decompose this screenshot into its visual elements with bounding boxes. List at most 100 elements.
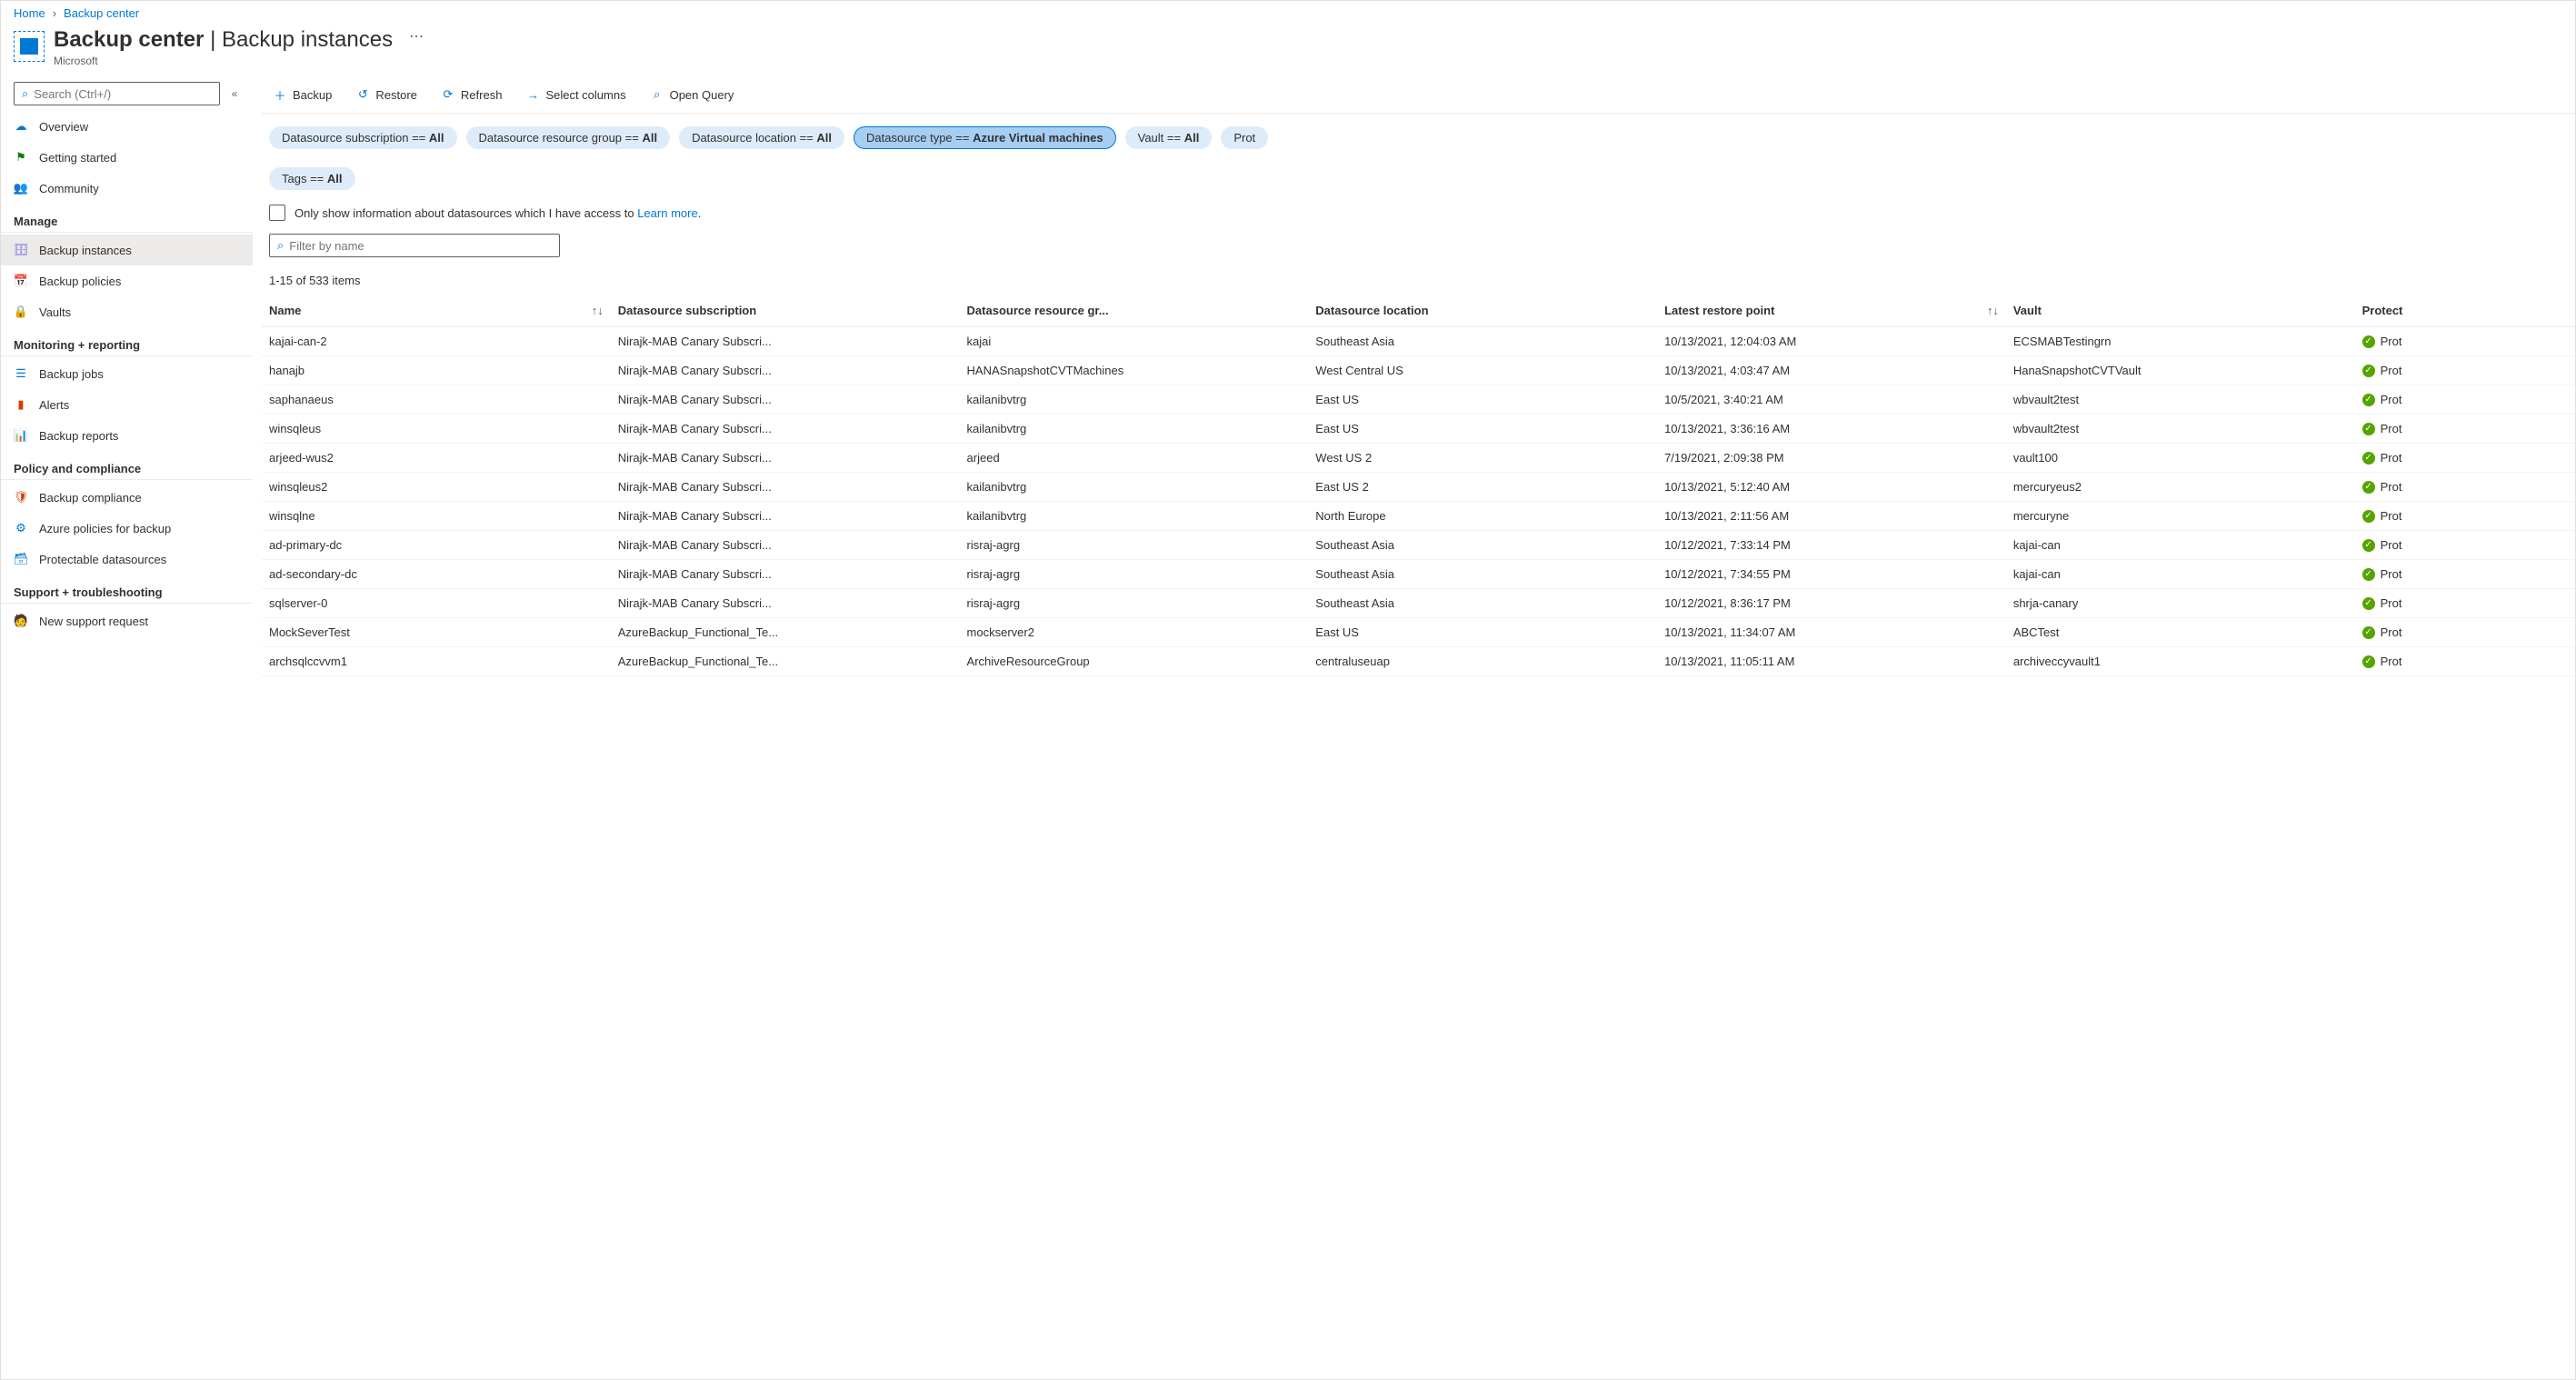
cell-resource-group: risraj-agrg [960,531,1309,560]
table-row[interactable]: arjeed-wus2 Nirajk-MAB Canary Subscri...… [262,444,2575,473]
filter-pill-5[interactable]: Prot [1221,126,1268,149]
cell-vault: mercuryne [2006,502,2355,531]
table-row[interactable]: winsqlne Nirajk-MAB Canary Subscri... ka… [262,502,2575,531]
table-row[interactable]: hanajb Nirajk-MAB Canary Subscri... HANA… [262,356,2575,385]
shield-icon: 🛡 [14,490,28,505]
backup-center-icon [14,31,45,62]
collapse-sidebar-button[interactable]: « [224,83,245,105]
learn-more-link[interactable]: Learn more [637,206,697,220]
table-row[interactable]: MockSeverTest AzureBackup_Functional_Te.… [262,618,2575,647]
sidebar-group-manage: Manage [1,204,253,233]
sidebar-search[interactable]: ⌕ [14,82,220,105]
table-row[interactable]: winsqleus Nirajk-MAB Canary Subscri... k… [262,415,2575,444]
cell-restore-point: 10/13/2021, 11:34:07 AM [1657,618,2006,647]
sidebar-item-label: Overview [39,120,88,134]
search-icon: ⌕ [277,238,284,253]
table-row[interactable]: archsqlccvvm1 AzureBackup_Functional_Te.… [262,647,2575,676]
status-ok-icon: ✓ [2362,597,2375,610]
breadcrumb-home[interactable]: Home [14,6,45,20]
access-filter-row: Only show information about datasources … [262,195,2575,228]
cell-resource-group: kajai [960,327,1309,356]
table-row[interactable]: ad-secondary-dc Nirajk-MAB Canary Subscr… [262,560,2575,589]
column-header-vault[interactable]: Vault [2006,295,2355,327]
cell-subscription: Nirajk-MAB Canary Subscri... [611,502,960,531]
table-row[interactable]: sqlserver-0 Nirajk-MAB Canary Subscri...… [262,589,2575,618]
sidebar-item-label: Vaults [39,305,71,319]
cell-restore-point: 10/13/2021, 2:11:56 AM [1657,502,2006,531]
breadcrumb: Home › Backup center [1,1,2575,25]
support-icon: 🧑 [14,614,28,628]
cell-restore-point: 10/13/2021, 11:05:11 AM [1657,647,2006,676]
cell-location: Southeast Asia [1308,589,1657,618]
sidebar-search-input[interactable] [34,87,212,101]
sidebar-item-overview[interactable]: ☁Overview [1,111,253,142]
sidebar-item-protectable-datasources[interactable]: 🗃Protectable datasources [1,544,253,575]
filter-pill-6[interactable]: Tags == All [269,167,355,190]
cell-protection: ✓Prot [2355,589,2575,618]
column-header-datasource-subscription[interactable]: Datasource subscription [611,295,960,327]
sidebar-item-backup-policies[interactable]: 📅Backup policies [1,265,253,296]
cell-resource-group: kailanibvtrg [960,473,1309,502]
cell-protection: ✓Prot [2355,356,2575,385]
sidebar-item-backup-reports[interactable]: 📊Backup reports [1,420,253,451]
name-filter[interactable]: ⌕ [269,234,560,257]
db-icon: 🗃 [14,552,28,566]
cell-protection: ✓Prot [2355,473,2575,502]
cell-subscription: Nirajk-MAB Canary Subscri... [611,589,960,618]
cell-resource-group: kailanibvtrg [960,502,1309,531]
refresh-button[interactable]: ⟳Refresh [437,84,506,105]
select-columns-button[interactable]: → Select columns [522,84,629,105]
status-ok-icon: ✓ [2362,510,2375,523]
search-icon: ⌕ [22,86,28,101]
cell-resource-group: HANASnapshotCVTMachines [960,356,1309,385]
cell-subscription: Nirajk-MAB Canary Subscri... [611,560,960,589]
chevron-right-icon: › [53,6,56,20]
cell-protection: ✓Prot [2355,444,2575,473]
table-row[interactable]: winsqleus2 Nirajk-MAB Canary Subscri... … [262,473,2575,502]
cell-name: archsqlccvvm1 [262,647,611,676]
sidebar-item-backup-instances[interactable]: 🗄Backup instances [1,235,253,265]
page-header: Backup center | Backup instances Microso… [1,25,2575,76]
sidebar-item-vaults[interactable]: 🔒Vaults [1,296,253,327]
cell-vault: wbvault2test [2006,415,2355,444]
backup-button[interactable]: ＋Backup [269,84,335,105]
sidebar-item-backup-compliance[interactable]: 🛡Backup compliance [1,482,253,513]
table-row[interactable]: saphanaeus Nirajk-MAB Canary Subscri... … [262,385,2575,415]
open-query-button[interactable]: ⌕Open Query [646,84,738,105]
filter-pill-3[interactable]: Datasource type == Azure Virtual machine… [854,126,1116,149]
column-header-datasource-location[interactable]: Datasource location [1308,295,1657,327]
sidebar-item-getting-started[interactable]: ⚑Getting started [1,142,253,173]
sidebar-item-backup-jobs[interactable]: ☰Backup jobs [1,358,253,389]
sidebar-item-community[interactable]: 👥Community [1,173,253,204]
table-row[interactable]: ad-primary-dc Nirajk-MAB Canary Subscri.… [262,531,2575,560]
cell-resource-group: risraj-agrg [960,560,1309,589]
cell-location: West US 2 [1308,444,1657,473]
breadcrumb-backup-center[interactable]: Backup center [64,6,139,20]
column-header-protect[interactable]: Protect [2355,295,2575,327]
table-row[interactable]: kajai-can-2 Nirajk-MAB Canary Subscri...… [262,327,2575,356]
filter-pill-0[interactable]: Datasource subscription == All [269,126,457,149]
column-header-latest-restore-point[interactable]: Latest restore point ↑↓ [1657,295,2006,327]
cell-name: MockSeverTest [262,618,611,647]
name-filter-input[interactable] [289,239,552,253]
column-header-datasource-resource-gr-[interactable]: Datasource resource gr... [960,295,1309,327]
cell-resource-group: risraj-agrg [960,589,1309,618]
more-button[interactable]: ⋯ [409,27,424,45]
cell-vault: shrja-canary [2006,589,2355,618]
restore-button[interactable]: ↺Restore [352,84,421,105]
status-ok-icon: ✓ [2362,423,2375,435]
sidebar-item-new-support-request[interactable]: 🧑New support request [1,605,253,636]
filter-pill-1[interactable]: Datasource resource group == All [466,126,671,149]
sidebar-item-azure-policies-for-backup[interactable]: ⚙Azure policies for backup [1,513,253,544]
cell-name: kajai-can-2 [262,327,611,356]
column-header-name[interactable]: Name ↑↓ [262,295,611,327]
status-ok-icon: ✓ [2362,394,2375,406]
sidebar-item-alerts[interactable]: ▮Alerts [1,389,253,420]
columns-icon: → [525,87,540,102]
cell-subscription: Nirajk-MAB Canary Subscri... [611,444,960,473]
toolbar-button-label: Select columns [545,88,625,102]
filter-pill-2[interactable]: Datasource location == All [679,126,844,149]
access-checkbox[interactable] [269,205,285,221]
sidebar-item-label: Community [39,182,99,195]
filter-pill-4[interactable]: Vault == All [1125,126,1213,149]
